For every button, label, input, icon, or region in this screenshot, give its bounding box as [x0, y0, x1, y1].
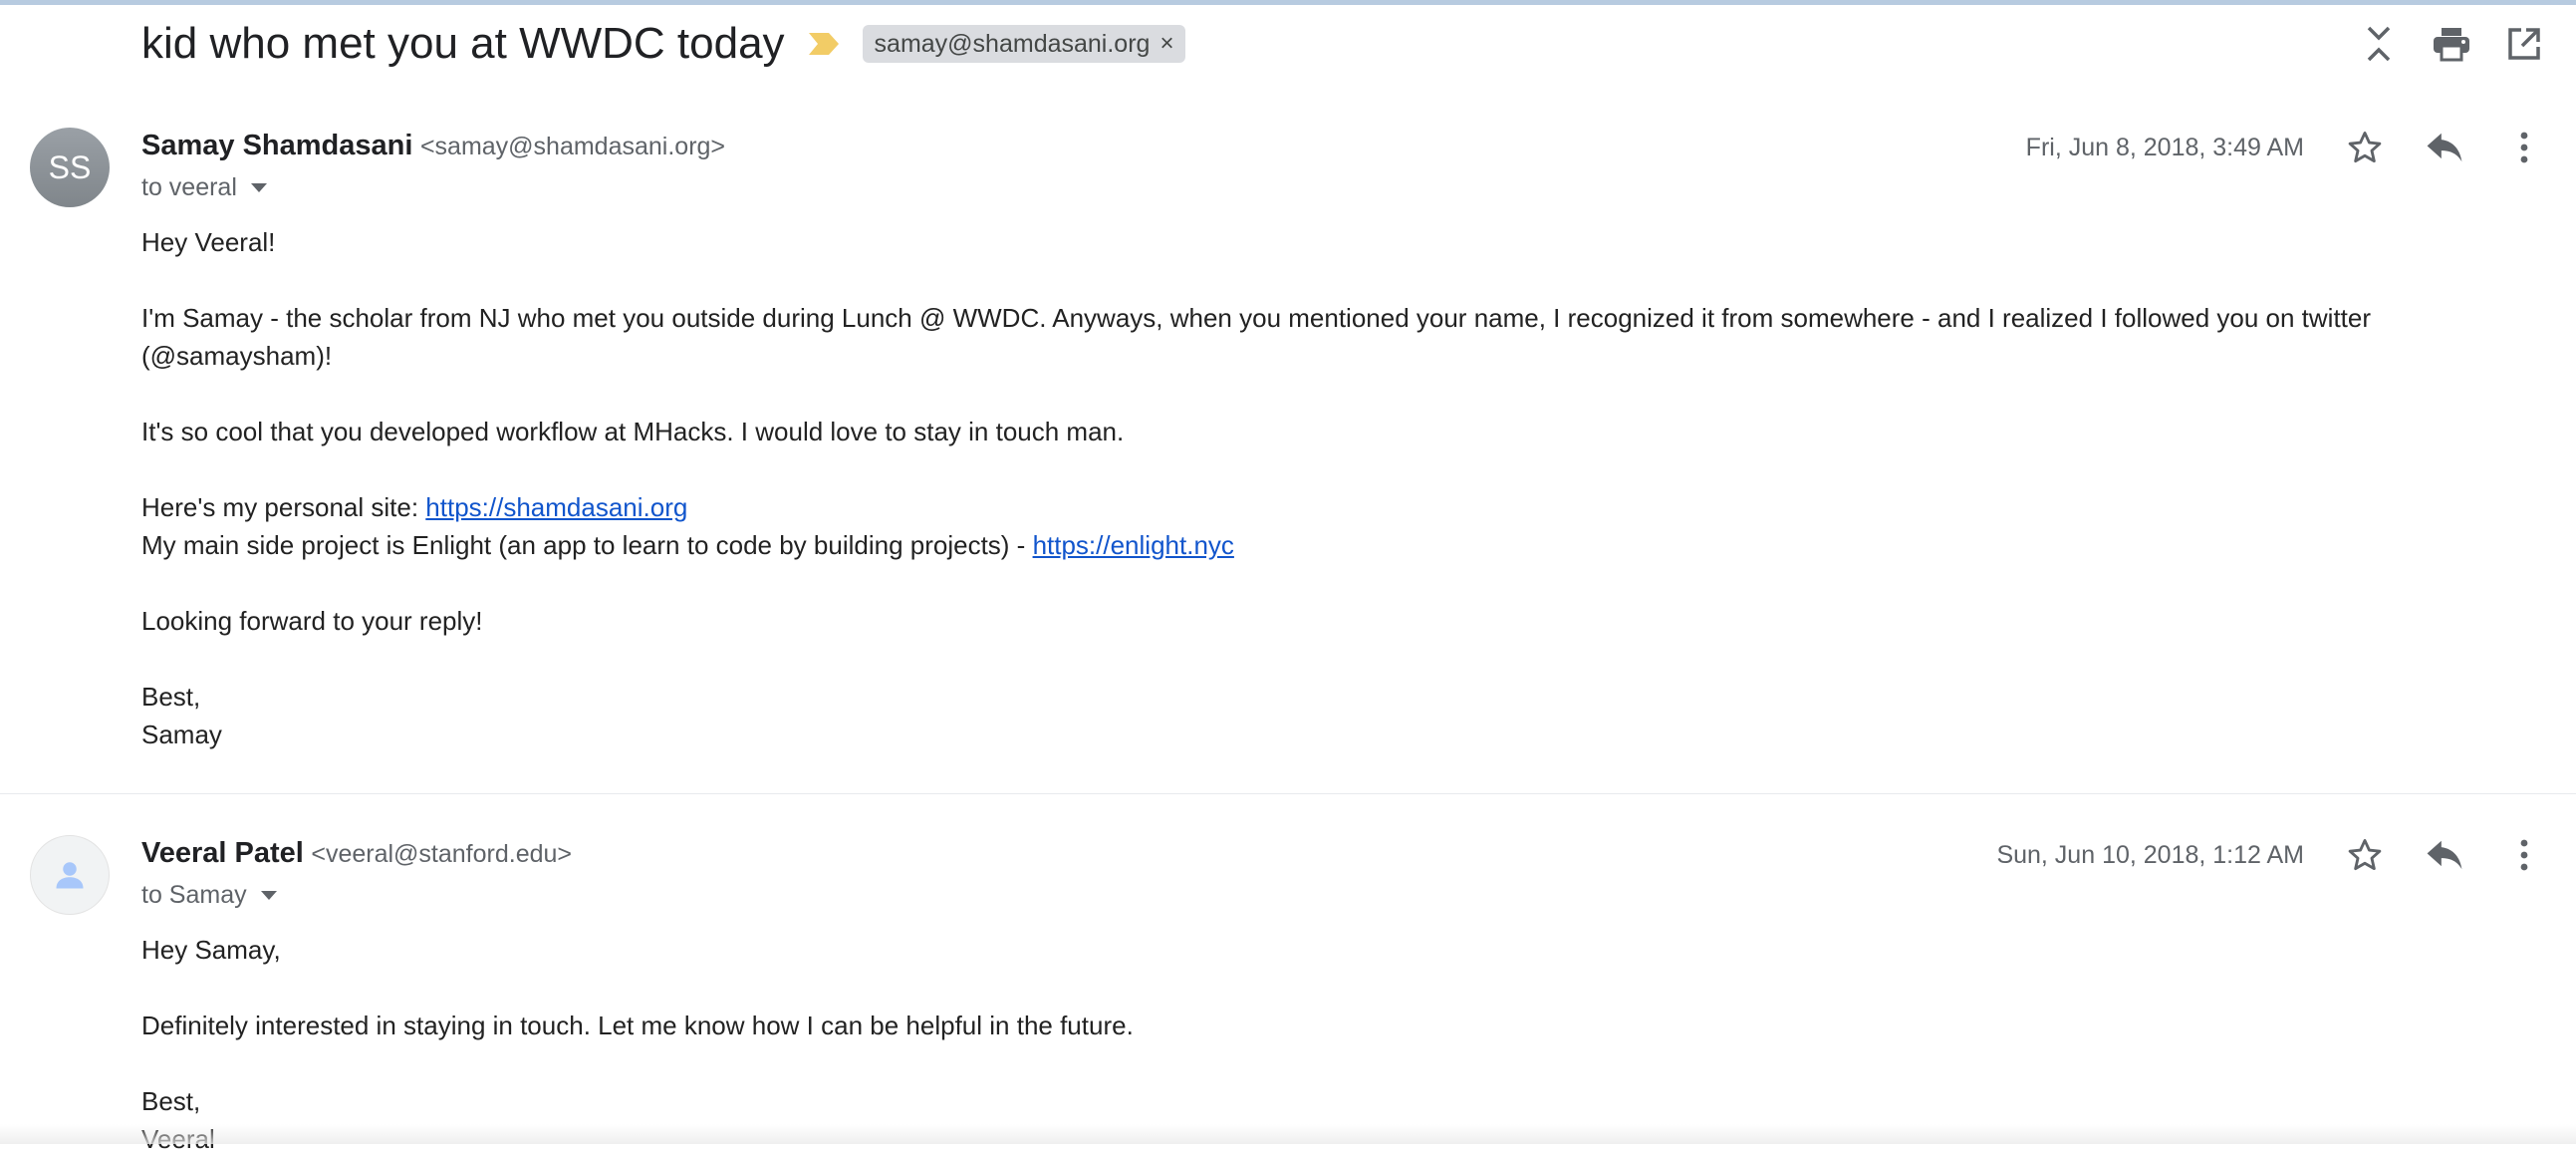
more-options-button[interactable]: [2500, 124, 2548, 171]
importance-marker-icon[interactable]: [807, 31, 841, 57]
email-subject: kid who met you at WWDC today: [141, 19, 785, 68]
sender-avatar[interactable]: SS: [30, 128, 110, 207]
body-paragraph: Here's my personal site: https://shamdas…: [141, 488, 2393, 526]
message-date: Sun, Jun 10, 2018, 1:12 AM: [1996, 841, 2304, 869]
recipient-text: to Samay: [141, 881, 247, 909]
message-body: Hey Veeral! I'm Samay - the scholar from…: [141, 223, 2393, 753]
reply-icon: [2427, 133, 2462, 162]
body-signoff: Best,: [141, 682, 201, 712]
recipient-details-toggle[interactable]: to Samay: [141, 881, 277, 910]
sender-name[interactable]: Veeral Patel: [141, 837, 304, 869]
body-paragraph: My main side project is Enlight (an app …: [141, 526, 2393, 564]
project-text: My main side project is Enlight (an app …: [141, 530, 1033, 560]
recipient-details-toggle[interactable]: to veeral: [141, 173, 267, 202]
chevron-down-icon: [250, 183, 267, 192]
more-options-button[interactable]: [2500, 831, 2548, 879]
reply-icon: [2427, 840, 2462, 870]
body-paragraph: I'm Samay - the scholar from NJ who met …: [141, 303, 2372, 371]
collapse-all-icon: [2367, 26, 2391, 62]
print-button[interactable]: [2428, 20, 2475, 68]
sender-avatar[interactable]: [30, 835, 110, 915]
print-icon: [2434, 28, 2469, 62]
more-vertical-icon: [2520, 132, 2528, 163]
body-signoff: Best,: [141, 1086, 201, 1116]
site-text: Here's my personal site:: [141, 492, 426, 522]
sender-name[interactable]: Samay Shamdasani: [141, 130, 412, 161]
body-paragraph: It's so cool that you developed workflow…: [141, 417, 1125, 446]
sender-line: Veeral Patel <veeral@stanford.edu>: [141, 837, 572, 870]
remove-label-button[interactable]: ×: [1159, 30, 1173, 58]
open-in-new-window-button[interactable]: [2500, 20, 2548, 68]
collapse-all-button[interactable]: [2355, 20, 2403, 68]
reply-button[interactable]: [2421, 124, 2468, 171]
reply-button[interactable]: [2421, 831, 2468, 879]
star-button[interactable]: [2341, 124, 2389, 171]
label-chip-text: samay@shamdasani.org: [874, 29, 1151, 58]
body-paragraph: Definitely interested in staying in touc…: [141, 1011, 1134, 1040]
top-accent-bar: [0, 0, 2576, 5]
person-icon: [56, 862, 84, 889]
sender-email: <samay@shamdasani.org>: [419, 133, 726, 160]
personal-site-link[interactable]: https://shamdasani.org: [425, 492, 687, 522]
star-icon: [2348, 132, 2382, 163]
sender-line: Samay Shamdasani <samay@shamdasani.org>: [141, 130, 725, 162]
body-signature: Samay: [141, 720, 222, 749]
chevron-down-icon: [260, 891, 277, 900]
more-vertical-icon: [2520, 839, 2528, 871]
star-button[interactable]: [2341, 831, 2389, 879]
body-greeting: Hey Veeral!: [141, 227, 276, 257]
scroll-shadow: [0, 1124, 2576, 1144]
project-link[interactable]: https://enlight.nyc: [1033, 530, 1234, 560]
subject-row: kid who met you at WWDC today samay@sham…: [141, 14, 1186, 74]
open-new-window-icon: [2508, 28, 2540, 60]
sender-email: <veeral@stanford.edu>: [311, 840, 573, 868]
message-date: Fri, Jun 8, 2018, 3:49 AM: [2025, 134, 2304, 161]
body-greeting: Hey Samay,: [141, 935, 281, 965]
star-icon: [2348, 839, 2382, 871]
message-divider: [0, 793, 2576, 794]
recipient-text: to veeral: [141, 173, 237, 201]
body-paragraph: Looking forward to your reply!: [141, 606, 483, 636]
label-chip: samay@shamdasani.org ×: [862, 25, 1186, 63]
